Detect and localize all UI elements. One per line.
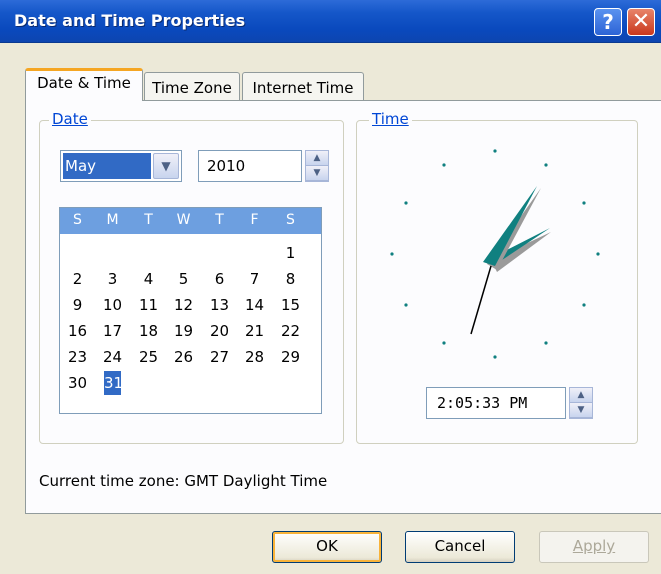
calendar-day[interactable]: 26 xyxy=(166,345,201,369)
ok-button[interactable]: OK xyxy=(272,531,382,563)
calendar-day[interactable]: 17 xyxy=(95,319,130,343)
weekday-header: W xyxy=(176,212,191,228)
close-icon: ✕ xyxy=(631,9,651,34)
calendar-header: S M T W T F S xyxy=(60,208,321,234)
help-icon: ? xyxy=(602,10,614,34)
tab-date-time[interactable]: Date & Time xyxy=(25,68,143,101)
calendar-day[interactable]: 18 xyxy=(131,319,166,343)
calendar-day[interactable]: 14 xyxy=(237,293,272,317)
calendar-day[interactable]: 23 xyxy=(60,345,95,369)
time-input[interactable]: 2:05:33 PM xyxy=(426,387,566,419)
month-select[interactable]: May ▼ xyxy=(60,150,182,182)
tab-internet-time[interactable]: Internet Time xyxy=(242,72,364,102)
spin-down-icon[interactable]: ▼ xyxy=(306,166,328,181)
title-bar[interactable]: Date and Time Properties ? ✕ xyxy=(0,0,661,43)
time-group-legend: Time xyxy=(369,110,412,128)
calendar-day[interactable]: 2 xyxy=(60,267,95,291)
window-title: Date and Time Properties xyxy=(14,11,246,30)
current-time-zone-label: Current time zone: GMT Daylight Time xyxy=(39,472,328,490)
second-hand xyxy=(470,265,492,335)
tab-date-time-label: Date & Time xyxy=(37,74,131,92)
apply-button[interactable]: Apply xyxy=(539,531,649,563)
weekday-header: T xyxy=(144,212,153,228)
calendar-day[interactable]: 11 xyxy=(131,293,166,317)
calendar-day[interactable]: 1 xyxy=(273,241,308,265)
date-group-legend: Date xyxy=(49,110,91,128)
apply-button-label: Apply xyxy=(572,537,616,555)
weekday-header: F xyxy=(250,212,259,228)
calendar-day[interactable]: 7 xyxy=(237,267,272,291)
chevron-down-icon[interactable]: ▼ xyxy=(153,153,179,179)
calendar-day[interactable]: 15 xyxy=(273,293,308,317)
calendar-day[interactable]: 4 xyxy=(131,267,166,291)
calendar-day[interactable]: 3 xyxy=(95,267,130,291)
calendar-day[interactable]: 29 xyxy=(273,345,308,369)
calendar-day-selected[interactable]: 31 xyxy=(104,371,123,395)
calendar-day[interactable]: 20 xyxy=(202,319,237,343)
tab-time-zone-label: Time Zone xyxy=(152,79,232,97)
calendar-day[interactable]: 6 xyxy=(202,267,237,291)
close-button[interactable]: ✕ xyxy=(627,8,655,36)
tab-time-zone[interactable]: Time Zone xyxy=(144,72,240,102)
help-button[interactable]: ? xyxy=(594,8,622,36)
year-input[interactable]: 2010 xyxy=(198,150,302,182)
month-value: May xyxy=(63,153,151,179)
spin-up-icon[interactable]: ▲ xyxy=(570,388,592,403)
calendar-day[interactable]: 21 xyxy=(237,319,272,343)
spin-down-icon[interactable]: ▼ xyxy=(570,403,592,418)
calendar-day[interactable]: 12 xyxy=(166,293,201,317)
weekday-header: S xyxy=(286,212,295,228)
calendar-day[interactable]: 19 xyxy=(166,319,201,343)
calendar-day[interactable]: 16 xyxy=(60,319,95,343)
analog-clock xyxy=(390,149,600,359)
year-spinner[interactable]: ▲ ▼ xyxy=(305,150,329,182)
cancel-button[interactable]: Cancel xyxy=(405,531,515,563)
time-spinner[interactable]: ▲ ▼ xyxy=(569,387,593,419)
tab-internet-time-label: Internet Time xyxy=(252,79,354,97)
calendar-day[interactable]: 13 xyxy=(202,293,237,317)
calendar-day[interactable]: 28 xyxy=(237,345,272,369)
calendar-day[interactable]: 25 xyxy=(131,345,166,369)
weekday-header: T xyxy=(215,212,224,228)
clock-hands xyxy=(470,186,551,335)
calendar-grid: S M T W T F S 1 2 3 4 5 6 7 8 9 10 11 12 13 14 15 16 17 1… xyxy=(59,207,322,414)
weekday-header: M xyxy=(106,212,119,228)
spin-up-icon[interactable]: ▲ xyxy=(306,151,328,166)
calendar-day[interactable]: 30 xyxy=(60,371,95,395)
calendar-day[interactable]: 5 xyxy=(166,267,201,291)
calendar-day[interactable]: 9 xyxy=(60,293,95,317)
calendar-day[interactable]: 27 xyxy=(202,345,237,369)
calendar-day[interactable]: 24 xyxy=(95,345,130,369)
calendar-day[interactable]: 10 xyxy=(95,293,130,317)
calendar-day[interactable]: 22 xyxy=(273,319,308,343)
calendar-day[interactable]: 8 xyxy=(273,267,308,291)
weekday-header: S xyxy=(73,212,82,228)
